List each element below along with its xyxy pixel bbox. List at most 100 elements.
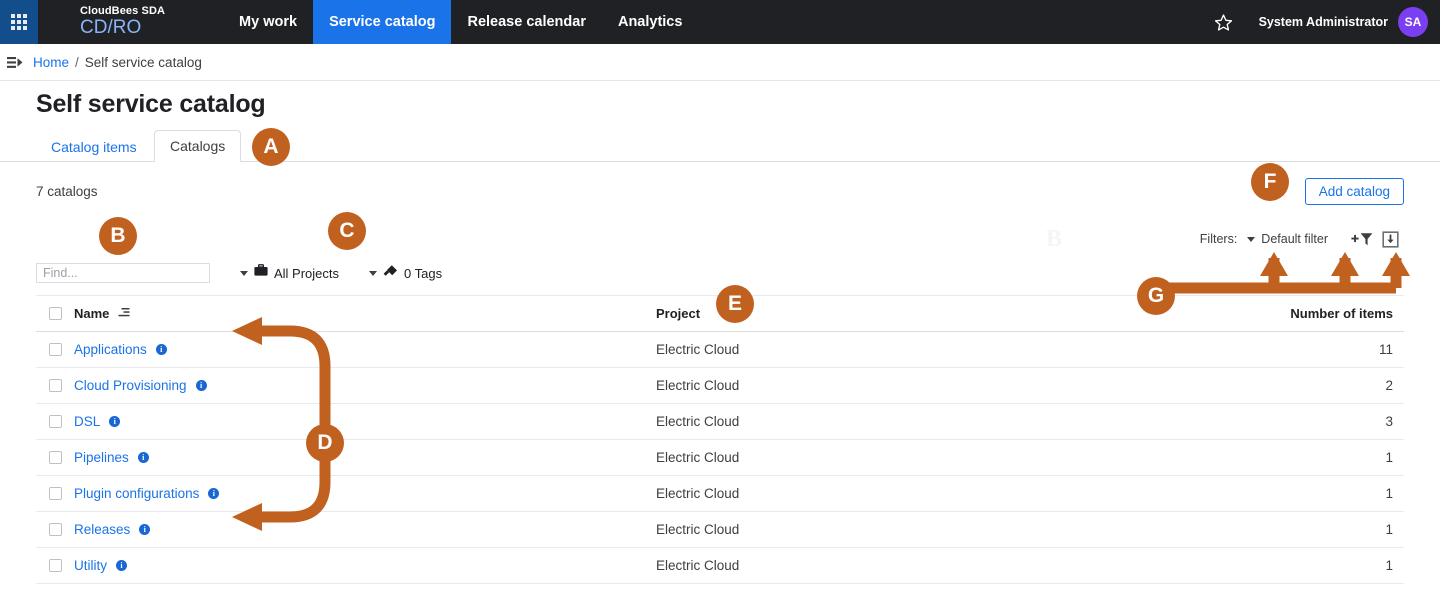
nav-item-analytics[interactable]: Analytics: [602, 0, 698, 44]
callout-g-arrowhead-1: [1260, 252, 1288, 276]
catalog-name-link[interactable]: Utility: [74, 558, 107, 573]
page-tabs: Catalog items Catalogs: [0, 130, 1440, 162]
star-icon[interactable]: [1207, 5, 1241, 39]
info-icon[interactable]: i: [137, 452, 149, 463]
row-checkbox[interactable]: [49, 559, 62, 572]
page-title: Self service catalog: [36, 90, 266, 118]
search-input[interactable]: [36, 263, 210, 283]
tags-filter-label: 0 Tags: [404, 265, 443, 281]
row-select-cell: [36, 487, 74, 500]
project-filter-label: All Projects: [274, 265, 340, 281]
brand-line-1: CloudBees SDA: [80, 4, 166, 17]
callout-g-arrowhead-2: [1331, 252, 1359, 276]
catalog-name-link[interactable]: Cloud Provisioning: [74, 378, 187, 393]
row-project-cell: Electric Cloud: [656, 558, 740, 573]
row-project-cell: Electric Cloud: [656, 378, 740, 393]
table-row[interactable]: Plugin configurations i Electric Cloud 1: [36, 476, 1404, 512]
row-name-cell: Pipelines i: [74, 450, 656, 465]
row-items-cell: 1: [1385, 522, 1393, 537]
selected-filter-label[interactable]: Default filter: [1261, 232, 1328, 246]
table-row[interactable]: Releases i Electric Cloud 1: [36, 512, 1404, 548]
add-filter-icon[interactable]: [1348, 229, 1376, 249]
catalog-name-link[interactable]: Pipelines: [74, 450, 129, 465]
row-items-cell: 1: [1385, 450, 1393, 465]
user-name-label: System Administrator: [1258, 15, 1388, 29]
row-checkbox[interactable]: [49, 487, 62, 500]
table-row[interactable]: DSL i Electric Cloud 3: [36, 404, 1404, 440]
row-select-cell: [36, 415, 74, 428]
catalog-name-link[interactable]: Applications: [74, 342, 147, 357]
nav-item-release-calendar[interactable]: Release calendar: [451, 0, 602, 44]
column-header-number-of-items[interactable]: Number of items: [1256, 306, 1404, 321]
select-all-checkbox[interactable]: [49, 307, 62, 320]
info-icon[interactable]: i: [155, 344, 167, 355]
nav-item-my-work[interactable]: My work: [223, 0, 313, 44]
callout-badge-f: F: [1251, 163, 1289, 201]
row-items-cell: 11: [1378, 342, 1393, 357]
table-row[interactable]: Applications i Electric Cloud 11: [36, 332, 1404, 368]
row-checkbox[interactable]: [49, 523, 62, 536]
row-checkbox[interactable]: [49, 451, 62, 464]
row-project-cell: Electric Cloud: [656, 414, 740, 429]
column-header-name[interactable]: Name: [74, 305, 656, 323]
chevron-down-icon[interactable]: [1247, 236, 1256, 242]
info-icon[interactable]: i: [109, 416, 121, 427]
callout-badge-b: B: [99, 217, 137, 255]
catalog-name-link[interactable]: Releases: [74, 522, 130, 537]
info-icon[interactable]: i: [208, 488, 220, 499]
breadcrumb-home-link[interactable]: Home: [33, 55, 69, 70]
table-row[interactable]: Cloud Provisioning i Electric Cloud 2: [36, 368, 1404, 404]
avatar[interactable]: SA: [1398, 7, 1428, 37]
breadcrumb: Home / Self service catalog: [0, 44, 1440, 81]
row-checkbox[interactable]: [49, 379, 62, 392]
app-root: CloudBees SDA CD/RO My work Service cata…: [0, 0, 1440, 603]
briefcase-icon: [254, 264, 268, 282]
table-row[interactable]: Pipelines i Electric Cloud 1: [36, 440, 1404, 476]
brand-logo[interactable]: CloudBees SDA CD/RO: [80, 4, 166, 38]
row-project-cell: Electric Cloud: [656, 450, 740, 465]
tag-icon: [383, 264, 398, 282]
tab-catalogs[interactable]: Catalogs: [154, 130, 242, 162]
row-project-cell: Electric Cloud: [656, 522, 740, 537]
chevron-down-icon: [369, 270, 378, 276]
row-select-cell: [36, 559, 74, 572]
info-icon[interactable]: i: [139, 524, 151, 535]
table-row[interactable]: Utility i Electric Cloud 1: [36, 548, 1404, 584]
row-select-cell: [36, 523, 74, 536]
info-icon[interactable]: i: [195, 380, 207, 391]
nav-item-service-catalog[interactable]: Service catalog: [313, 0, 452, 44]
column-header-name-label: Name: [74, 306, 110, 321]
row-items-cell: 1: [1385, 558, 1393, 573]
ghost-watermark: B: [1046, 226, 1063, 252]
info-icon[interactable]: i: [116, 560, 127, 571]
apps-grid-button[interactable]: [0, 0, 38, 44]
row-checkbox[interactable]: [49, 415, 62, 428]
row-select-cell: [36, 379, 74, 392]
chevron-down-icon: [240, 270, 248, 276]
callout-badge-e: E: [716, 285, 754, 323]
filters-toolbar: Filters: Default filter: [1200, 229, 1404, 249]
row-checkbox[interactable]: [49, 343, 62, 356]
row-name-cell: Utility i: [74, 558, 656, 573]
row-items-cell: 3: [1385, 414, 1393, 429]
search-toolbar: All Projects 0 Tags: [36, 263, 442, 283]
callout-badge-g: G: [1137, 277, 1175, 315]
catalog-name-link[interactable]: DSL: [74, 414, 100, 429]
tab-catalog-items[interactable]: Catalog items: [36, 131, 152, 162]
save-filter-icon[interactable]: [1376, 229, 1404, 249]
row-name-cell: Releases i: [74, 522, 656, 537]
catalog-name-link[interactable]: Plugin configurations: [74, 486, 199, 501]
project-filter-dropdown[interactable]: All Projects: [240, 264, 339, 282]
add-catalog-button[interactable]: Add catalog: [1304, 178, 1404, 205]
row-select-cell: [36, 451, 74, 464]
row-items-cell: 1: [1385, 486, 1393, 501]
row-items-cell: 2: [1385, 378, 1393, 393]
sort-icon[interactable]: [118, 305, 133, 323]
row-project-cell: Electric Cloud: [656, 486, 740, 501]
callout-badge-a: A: [252, 128, 290, 166]
tags-filter-dropdown[interactable]: 0 Tags: [369, 264, 442, 282]
row-name-cell: DSL i: [74, 414, 656, 429]
sidebar-toggle-icon[interactable]: [5, 52, 27, 72]
callout-badge-d: D: [306, 424, 344, 462]
row-select-cell: [36, 343, 74, 356]
